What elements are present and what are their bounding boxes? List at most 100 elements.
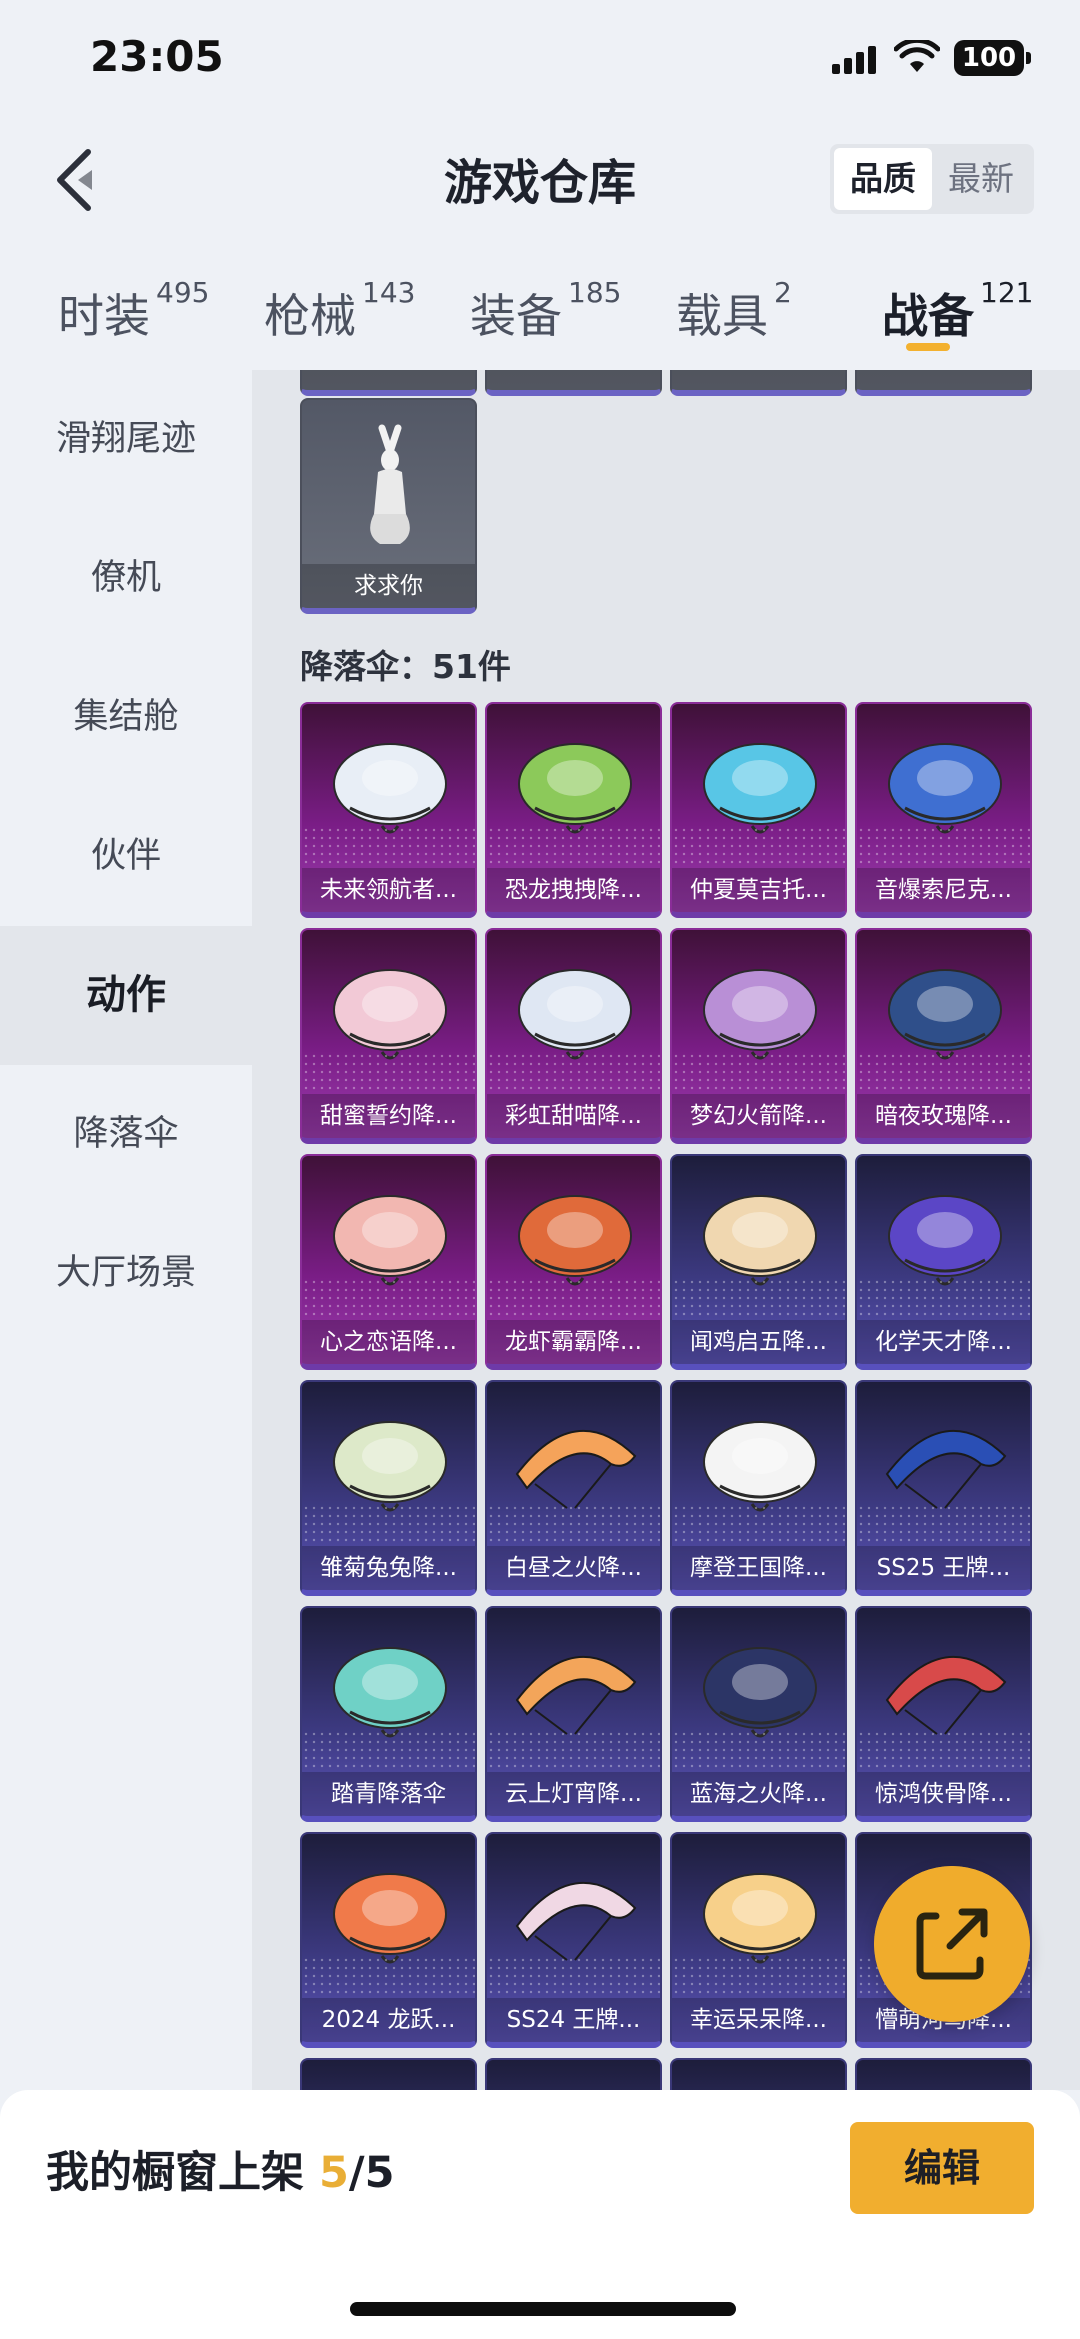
tab-label: 载具 bbox=[676, 289, 768, 343]
parachute-item-card[interactable]: SS24 王牌... bbox=[485, 1832, 662, 2048]
sidebar: 滑翔尾迹 僚机 集结舱 伙伴 动作 降落伞 大厅场景 bbox=[0, 370, 252, 1343]
parachute-item-card[interactable] bbox=[485, 2058, 662, 2090]
parachute-item-card[interactable]: 恐龙拽拽降... bbox=[485, 702, 662, 918]
bottom-bar: 我的橱窗上架 5/5 编辑 bbox=[0, 2090, 1080, 2339]
parachute-item-card[interactable]: 蓝海之火降... bbox=[670, 1606, 847, 1822]
partial-item-card[interactable] bbox=[855, 370, 1032, 396]
card-pattern bbox=[487, 1730, 660, 1770]
item-name: 摩登王国降... bbox=[672, 1546, 845, 1590]
card-pattern bbox=[857, 1052, 1030, 1092]
card-pattern bbox=[857, 1278, 1030, 1318]
card-pattern bbox=[487, 1052, 660, 1092]
card-pattern bbox=[487, 1278, 660, 1318]
tab-combat-gear[interactable]: 战备 121 bbox=[882, 276, 1033, 346]
parachute-item-card[interactable]: SS25 王牌... bbox=[855, 1380, 1032, 1596]
item-name: 雏菊兔兔降... bbox=[302, 1546, 475, 1590]
tab-label: 战备 bbox=[882, 289, 974, 343]
item-name: 化学天才降... bbox=[857, 1320, 1030, 1364]
tab-equipment[interactable]: 装备 185 bbox=[470, 276, 621, 346]
sidebar-item-wingman[interactable]: 僚机 bbox=[0, 509, 252, 648]
showcase-total-count: /5 bbox=[348, 2148, 395, 2198]
parachute-item-card[interactable]: 闻鸡启五降... bbox=[670, 1154, 847, 1370]
item-name: 未来领航者... bbox=[302, 868, 475, 912]
card-pattern bbox=[672, 1956, 845, 1996]
parachute-item-card[interactable]: 2024 龙跃... bbox=[300, 1832, 477, 2048]
parachute-item-card[interactable]: 化学天才降... bbox=[855, 1154, 1032, 1370]
partial-item-card[interactable] bbox=[670, 370, 847, 396]
item-name: 白昼之火降... bbox=[487, 1546, 660, 1590]
tab-count: 495 bbox=[156, 276, 210, 309]
parachute-item-card[interactable]: 云上灯宵降... bbox=[485, 1606, 662, 1822]
tab-count: 143 bbox=[362, 276, 416, 309]
sidebar-item-glide-trail[interactable]: 滑翔尾迹 bbox=[0, 370, 252, 509]
card-pattern bbox=[672, 1504, 845, 1544]
tab-fashion[interactable]: 时装 495 bbox=[58, 276, 209, 346]
parachute-section-title: 降落伞：51件 bbox=[300, 647, 511, 686]
parachute-item-card[interactable]: 白昼之火降... bbox=[485, 1380, 662, 1596]
item-name: 龙虾霸霸降... bbox=[487, 1320, 660, 1364]
item-name: SS24 王牌... bbox=[487, 1998, 660, 2042]
item-name: 暗夜玫瑰降... bbox=[857, 1094, 1030, 1138]
item-name: 幸运呆呆降... bbox=[672, 1998, 845, 2042]
showcase-status: 我的橱窗上架 5/5 bbox=[46, 2138, 395, 2200]
emote-item-card[interactable]: 求求你 bbox=[300, 398, 477, 614]
sidebar-item-lobby-scene[interactable]: 大厅场景 bbox=[0, 1204, 252, 1343]
parachute-item-card[interactable]: 暗夜玫瑰降... bbox=[855, 928, 1032, 1144]
card-pattern bbox=[487, 826, 660, 866]
parachute-item-card[interactable]: 仲夏莫吉托... bbox=[670, 702, 847, 918]
parachute-item-card[interactable]: 心之恋语降... bbox=[300, 1154, 477, 1370]
cellular-signal-icon bbox=[832, 44, 878, 74]
parachute-item-card[interactable]: 音爆索尼克... bbox=[855, 702, 1032, 918]
item-name: 踏青降落伞 bbox=[302, 1772, 475, 1816]
tab-weapons[interactable]: 枪械 143 bbox=[264, 276, 415, 346]
card-pattern bbox=[302, 1052, 475, 1092]
active-tab-indicator bbox=[906, 343, 950, 351]
item-name: 恐龙拽拽降... bbox=[487, 868, 660, 912]
parachute-item-card[interactable] bbox=[855, 2058, 1032, 2090]
tab-vehicles[interactable]: 载具 2 bbox=[676, 276, 792, 346]
parachute-item-card[interactable]: 未来领航者... bbox=[300, 702, 477, 918]
parachute-item-card[interactable] bbox=[300, 2058, 477, 2090]
battery-icon: 100 bbox=[954, 40, 1031, 76]
item-name: 甜蜜誓约降... bbox=[302, 1094, 475, 1138]
card-pattern bbox=[857, 826, 1030, 866]
item-name: 2024 龙跃... bbox=[302, 1998, 475, 2042]
parachute-item-card[interactable]: 梦幻火箭降... bbox=[670, 928, 847, 1144]
showcase-used-count: 5 bbox=[318, 2148, 349, 2198]
card-pattern bbox=[302, 1504, 475, 1544]
sort-by-newest-button[interactable]: 最新 bbox=[932, 148, 1030, 210]
parachute-item-card[interactable]: 摩登王国降... bbox=[670, 1380, 847, 1596]
item-name: 梦幻火箭降... bbox=[672, 1094, 845, 1138]
card-pattern bbox=[487, 1956, 660, 1996]
sidebar-item-emote[interactable]: 动作 bbox=[0, 926, 252, 1065]
item-name: 彩虹甜喵降... bbox=[487, 1094, 660, 1138]
parachute-item-card[interactable]: 幸运呆呆降... bbox=[670, 1832, 847, 2048]
parachute-item-card[interactable]: 惊鸿侠骨降... bbox=[855, 1606, 1032, 1822]
sort-by-quality-button[interactable]: 品质 bbox=[834, 148, 932, 210]
tab-label: 装备 bbox=[470, 289, 562, 343]
sidebar-item-assembly-pod[interactable]: 集结舱 bbox=[0, 648, 252, 787]
item-name: 心之恋语降... bbox=[302, 1320, 475, 1364]
home-indicator bbox=[350, 2302, 736, 2316]
item-name: 闻鸡启五降... bbox=[672, 1320, 845, 1364]
sidebar-item-parachute[interactable]: 降落伞 bbox=[0, 1065, 252, 1204]
card-pattern bbox=[857, 1730, 1030, 1770]
sidebar-item-companion[interactable]: 伙伴 bbox=[0, 787, 252, 926]
item-name: SS25 王牌... bbox=[857, 1546, 1030, 1590]
parachute-item-card[interactable]: 彩虹甜喵降... bbox=[485, 928, 662, 1144]
partial-item-card[interactable] bbox=[485, 370, 662, 396]
parachute-item-card[interactable]: 甜蜜誓约降... bbox=[300, 928, 477, 1144]
pleading-pose-icon bbox=[370, 424, 410, 544]
partial-item-card[interactable] bbox=[300, 370, 477, 396]
sort-toggle: 品质 最新 bbox=[830, 144, 1034, 214]
item-name: 仲夏莫吉托... bbox=[672, 868, 845, 912]
wifi-icon bbox=[894, 40, 940, 72]
item-name: 求求你 bbox=[302, 564, 475, 608]
parachute-item-card[interactable]: 踏青降落伞 bbox=[300, 1606, 477, 1822]
parachute-item-card[interactable] bbox=[670, 2058, 847, 2090]
parachute-item-card[interactable]: 龙虾霸霸降... bbox=[485, 1154, 662, 1370]
card-pattern bbox=[302, 826, 475, 866]
share-button[interactable] bbox=[874, 1866, 1030, 2022]
parachute-item-card[interactable]: 雏菊兔兔降... bbox=[300, 1380, 477, 1596]
edit-button[interactable]: 编辑 bbox=[850, 2122, 1034, 2214]
